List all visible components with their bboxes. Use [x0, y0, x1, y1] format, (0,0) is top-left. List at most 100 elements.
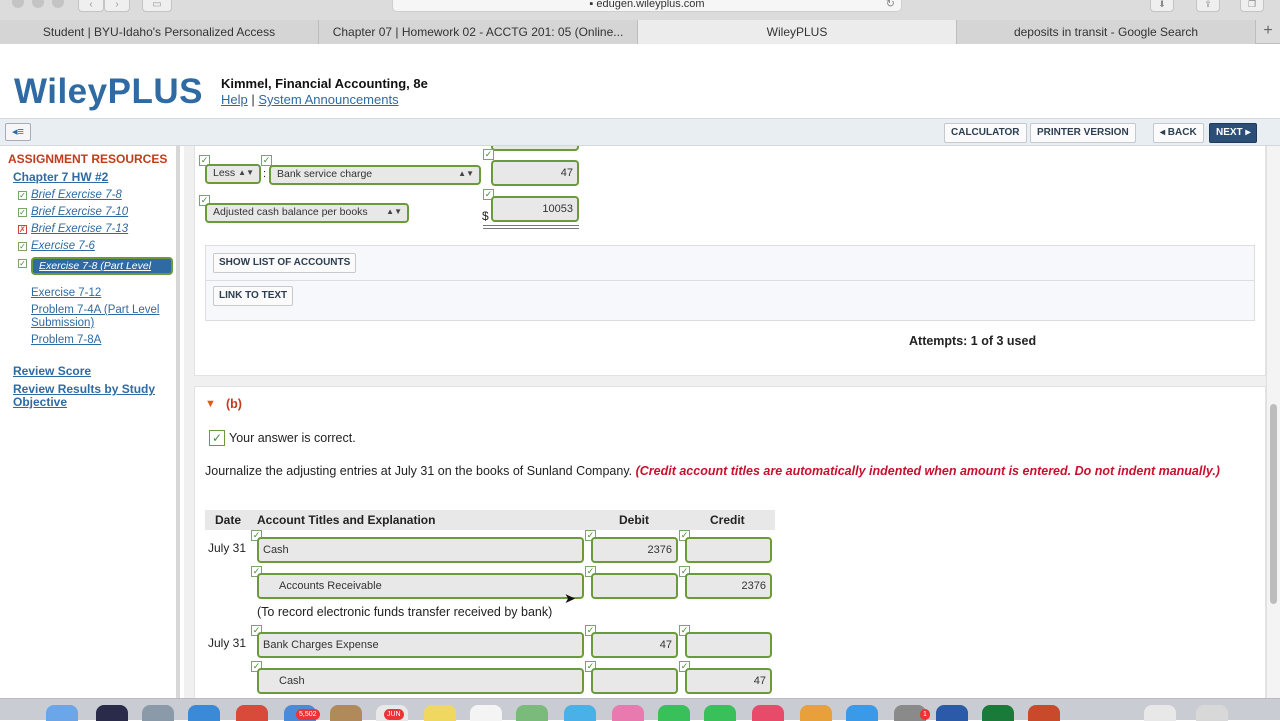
sidebar-item-label[interactable]: Brief Exercise 7-8: [31, 189, 173, 202]
sidebar-item-label[interactable]: Problem 7-8A: [31, 334, 173, 347]
zoom-window-icon[interactable]: [52, 0, 64, 8]
trash-icon[interactable]: [1196, 705, 1228, 721]
sidebar-chapter-link[interactable]: Chapter 7 HW #2: [13, 170, 108, 184]
credit-field[interactable]: 2376: [685, 573, 772, 599]
less-select[interactable]: Less ▲▼: [205, 164, 261, 184]
close-window-icon[interactable]: [12, 0, 24, 8]
account-field[interactable]: Cash: [257, 537, 584, 563]
tab-wileyplus[interactable]: WileyPLUS: [638, 20, 957, 44]
instruction: Journalize the adjusting entries at July…: [205, 464, 1245, 479]
check-icon: ✓: [18, 208, 27, 217]
date-header: Date: [215, 513, 242, 527]
next-button[interactable]: NEXT ▸: [1209, 123, 1258, 143]
check-icon: ✓: [261, 155, 272, 166]
sidebar-item-label[interactable]: Brief Exercise 7-13: [31, 223, 173, 236]
debit-field[interactable]: [591, 573, 678, 599]
new-tab-button[interactable]: +: [1256, 20, 1280, 44]
contacts-icon[interactable]: [330, 705, 362, 721]
launchpad-icon[interactable]: [142, 705, 174, 721]
link-to-text-button[interactable]: LINK TO TEXT: [213, 286, 294, 306]
main-scrollbar[interactable]: [1266, 146, 1280, 698]
sidebar-item-label[interactable]: Exercise 7-6: [31, 240, 173, 253]
bank-service-charge-value: Bank service charge: [277, 168, 373, 180]
maps-icon[interactable]: [516, 705, 548, 721]
messages-icon[interactable]: [564, 705, 596, 721]
debit-field[interactable]: [591, 668, 678, 694]
back-button[interactable]: ◂ BACK: [1153, 123, 1204, 143]
check-icon: ✓: [18, 191, 27, 200]
dollar-sign: $: [482, 209, 489, 223]
bank-service-charge-amount[interactable]: 47: [491, 160, 579, 186]
mail-badge: 5,502: [296, 709, 320, 720]
calculator-button[interactable]: CALCULATOR: [944, 123, 1027, 143]
account-field[interactable]: Cash: [257, 668, 584, 694]
header-links: Help | System Announcements: [221, 92, 399, 107]
credit-header: Credit: [710, 513, 745, 527]
photos-icon[interactable]: [612, 705, 644, 721]
reminders-icon[interactable]: [470, 705, 502, 721]
siri-icon[interactable]: [96, 705, 128, 721]
debit-header: Debit: [619, 513, 649, 527]
mouse-cursor-icon: ➤: [564, 590, 576, 606]
excel-icon[interactable]: [982, 705, 1014, 721]
minimize-window-icon[interactable]: [32, 0, 44, 8]
credit-field[interactable]: 47: [685, 668, 772, 694]
sidebar-toggle-icon[interactable]: ▭: [142, 0, 172, 12]
chrome-icon[interactable]: [236, 705, 268, 721]
tab-byu[interactable]: Student | BYU-Idaho's Personalized Acces…: [0, 20, 319, 44]
show-list-of-accounts-button[interactable]: SHOW LIST OF ACCOUNTS: [213, 253, 357, 273]
reload-icon[interactable]: ↻: [886, 0, 895, 10]
debit-field[interactable]: 2376: [591, 537, 678, 563]
part-b-label: (b): [226, 397, 242, 411]
finder-icon[interactable]: [46, 705, 78, 721]
documents-folder-icon[interactable]: [1144, 705, 1176, 721]
debit-field[interactable]: 47: [591, 632, 678, 658]
amount-field-top[interactable]: [491, 146, 579, 151]
colon: :: [263, 168, 267, 180]
double-underline: [483, 225, 579, 229]
scrollbar-thumb[interactable]: [1270, 404, 1277, 604]
bank-service-charge-select[interactable]: Bank service charge ▲▼: [269, 165, 481, 185]
downloads-icon[interactable]: ⬇: [1150, 0, 1174, 12]
correct-message: Your answer is correct.: [229, 431, 356, 445]
journal-header: Date Account Titles and Explanation Debi…: [205, 510, 775, 530]
credit-field[interactable]: [685, 632, 772, 658]
system-announcements-link[interactable]: System Announcements: [258, 92, 398, 107]
sidebar-item-label[interactable]: Problem 7-4A (Part Level Submission): [31, 304, 173, 330]
entry-date: July 31: [208, 636, 247, 650]
tabs-overview-icon[interactable]: ❐: [1240, 0, 1264, 12]
adjusted-cash-balance-select[interactable]: Adjusted cash balance per books ▲▼: [205, 203, 409, 223]
printer-version-button[interactable]: PRINTER VERSION: [1030, 123, 1136, 143]
sidebar-item-label[interactable]: Exercise 7-8 (Part Level Submission): [31, 257, 173, 286]
facetime-icon[interactable]: [658, 705, 690, 721]
account-field[interactable]: Accounts Receivable: [257, 573, 584, 599]
help-link[interactable]: Help: [221, 92, 248, 107]
forward-nav-icon[interactable]: ›: [104, 0, 130, 12]
ibooks-icon[interactable]: [800, 705, 832, 721]
preferences-badge: 1: [920, 709, 930, 720]
part-b-panel: ▼ (b) ✓ Your answer is correct. Journali…: [194, 386, 1266, 698]
music-icon[interactable]: [752, 705, 784, 721]
back-nav-icon[interactable]: ‹: [78, 0, 104, 12]
collapse-triangle-icon[interactable]: ▼: [205, 398, 216, 410]
share-icon[interactable]: ⇪: [1196, 0, 1220, 12]
powerpoint-icon[interactable]: [1028, 705, 1060, 721]
safari-icon[interactable]: [188, 705, 220, 721]
url-bar[interactable]: ▪ edugen.wileyplus.com ↻: [392, 0, 902, 12]
app-store-icon[interactable]: [846, 705, 878, 721]
phone-icon[interactable]: [704, 705, 736, 721]
notes-icon[interactable]: [424, 705, 456, 721]
tab-chapter-07[interactable]: Chapter 07 | Homework 02 - ACCTG 201: 05…: [319, 20, 638, 44]
adjusted-cash-balance-amount[interactable]: 10053: [491, 196, 579, 222]
collapse-sidebar-icon[interactable]: ◂≡: [5, 123, 31, 141]
review-results-link[interactable]: Review Results by Study Objective: [13, 383, 173, 409]
account-field[interactable]: Bank Charges Expense: [257, 632, 584, 658]
sidebar-item-label[interactable]: Brief Exercise 7-10: [31, 206, 173, 219]
sidebar-item-label[interactable]: Exercise 7-12: [31, 287, 173, 300]
review-score-link[interactable]: Review Score: [13, 365, 173, 378]
sidebar-item-exercise-7-8[interactable]: ✓ Exercise 7-8 (Part Level Submission): [18, 257, 174, 286]
word-icon[interactable]: [936, 705, 968, 721]
credit-field[interactable]: [685, 537, 772, 563]
entry-date: July 31: [208, 541, 247, 555]
tab-google-search[interactable]: deposits in transit - Google Search: [957, 20, 1256, 44]
